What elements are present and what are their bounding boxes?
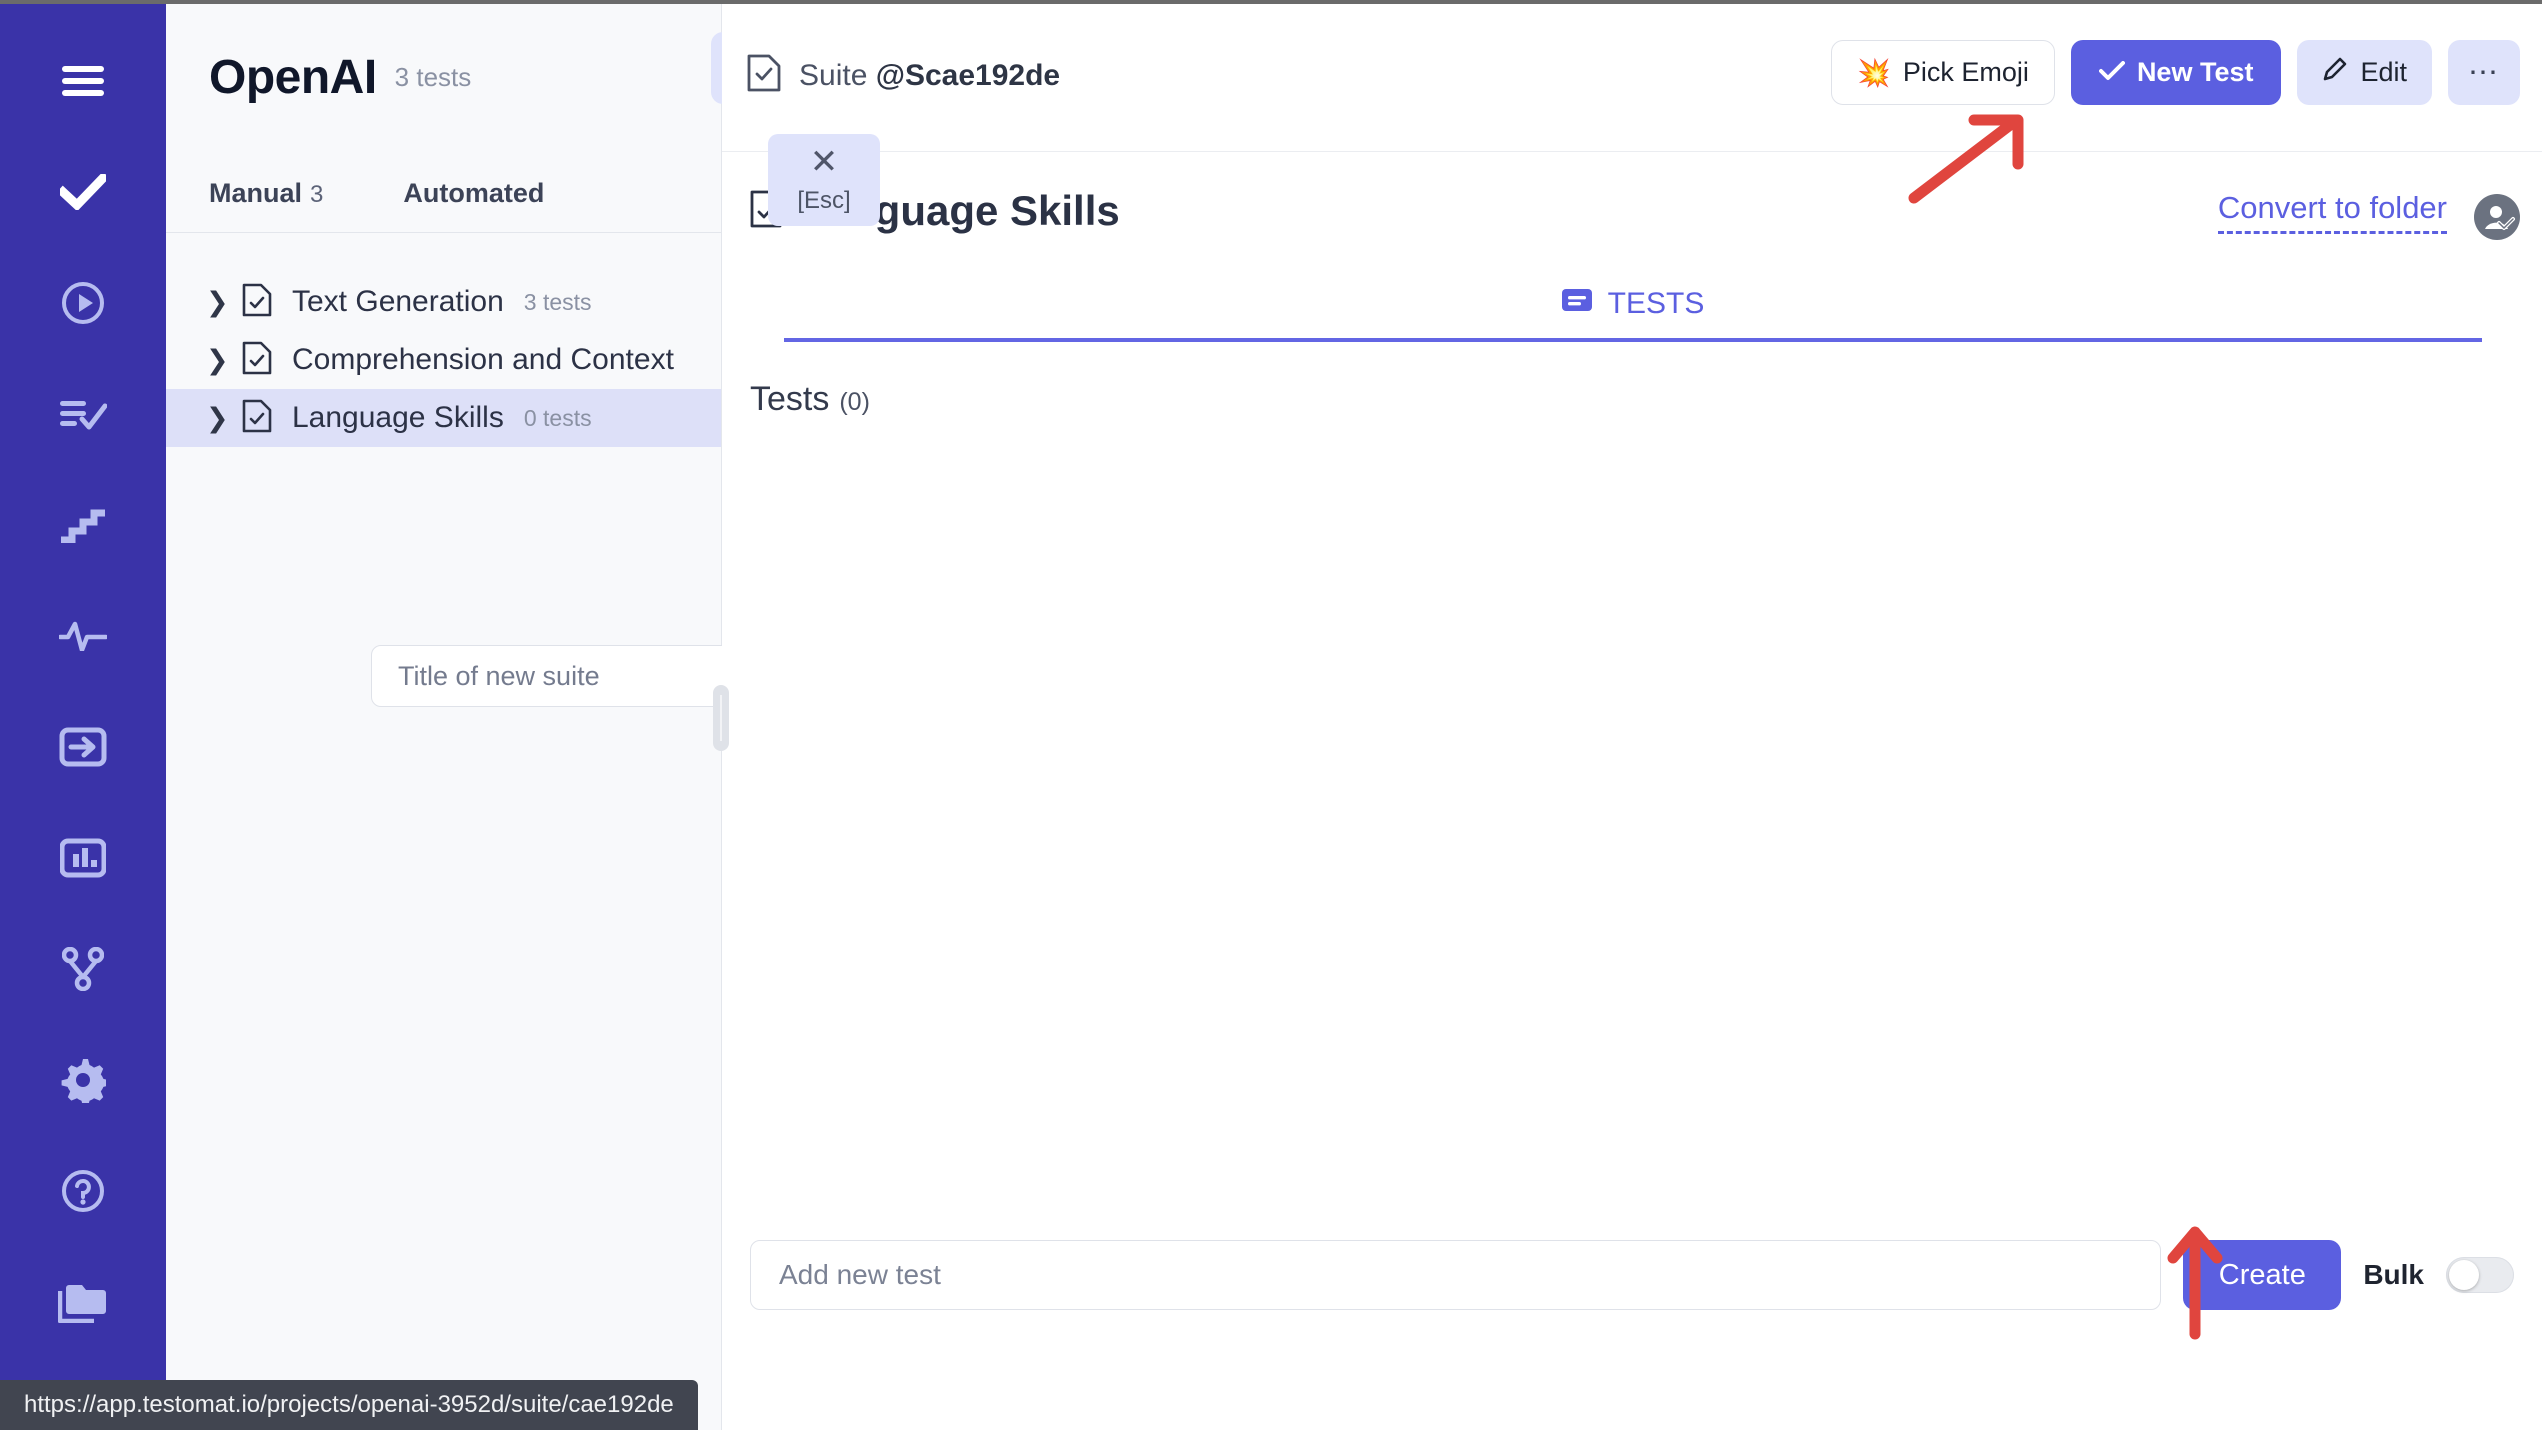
main-content: Suite @Scae192de 💥 Pick Emoji New Test E… xyxy=(722,0,2542,1430)
status-bar-url: https://app.testomat.io/projects/openai-… xyxy=(0,1380,698,1430)
question-circle-icon[interactable] xyxy=(54,1162,112,1220)
tests-count: (0) xyxy=(839,388,870,416)
bulk-toggle[interactable] xyxy=(2446,1257,2514,1293)
project-title: OpenAI xyxy=(209,51,377,104)
panel-header: OpenAI 3 tests ✕ [Esc] xyxy=(166,0,1036,226)
chevron-right-icon[interactable]: ❯ xyxy=(206,403,229,434)
suite-check-icon xyxy=(747,54,781,97)
toolbar-actions: 💥 Pick Emoji New Test Edit ⋯ xyxy=(1831,40,2520,105)
breadcrumb-text: Suite @Scae192de xyxy=(799,59,1060,93)
tab-tests-label: TESTS xyxy=(1607,287,1705,320)
tests-list-icon xyxy=(1561,287,1592,321)
tree-item-label: Text Generation xyxy=(292,285,504,318)
suites-panel: OpenAI 3 tests ✕ [Esc] Manual 3 Automate… xyxy=(166,0,1036,1430)
tab-manual[interactable]: Manual 3 xyxy=(209,178,323,209)
list-check-icon[interactable] xyxy=(54,385,112,443)
chevron-right-icon[interactable]: ❯ xyxy=(206,287,229,318)
tree-item-label: Language Skills xyxy=(292,401,504,434)
suite-file-icon xyxy=(242,283,272,322)
play-circle-icon[interactable] xyxy=(54,274,112,332)
ellipsis-icon: ⋯ xyxy=(2468,55,2500,89)
content-tabs: TESTS xyxy=(784,270,2482,342)
panel-tabs: Manual 3 Automated xyxy=(166,155,721,233)
bar-chart-icon[interactable] xyxy=(54,829,112,887)
emoji-burst-icon: 💥 xyxy=(1857,57,1891,88)
create-button[interactable]: Create xyxy=(2183,1240,2342,1310)
stairs-icon[interactable] xyxy=(54,496,112,554)
tree-item-label: Comprehension and Context xyxy=(292,343,674,376)
edit-button[interactable]: Edit xyxy=(2297,40,2432,105)
edit-label: Edit xyxy=(2360,57,2407,87)
tests-label: Tests xyxy=(750,380,830,418)
tests-section-header: Tests (0) xyxy=(722,342,2542,419)
app-root: OpenAI 3 tests ✕ [Esc] Manual 3 Automate… xyxy=(0,0,2542,1430)
main-toolbar: Suite @Scae192de 💥 Pick Emoji New Test E… xyxy=(722,0,2542,152)
new-test-button[interactable]: New Test xyxy=(2070,40,2282,105)
left-icon-rail xyxy=(0,0,166,1430)
pencil-icon xyxy=(2322,56,2348,89)
add-test-input[interactable]: Add new test xyxy=(750,1240,2162,1310)
project-test-count: 3 tests xyxy=(394,62,472,92)
convert-to-folder-link[interactable]: Convert to folder xyxy=(2217,190,2447,234)
chevron-right-icon[interactable]: ❯ xyxy=(206,345,229,376)
folders-icon[interactable] xyxy=(54,1273,112,1331)
add-test-placeholder: Add new test xyxy=(779,1259,941,1290)
page-title-row: Language Skills Convert to folder xyxy=(722,152,2542,270)
bulk-label: Bulk xyxy=(2363,1259,2424,1290)
tab-manual-count: 3 xyxy=(310,181,324,208)
close-search-button[interactable]: ✕ [Esc] xyxy=(768,134,880,226)
breadcrumb[interactable]: Suite @Scae192de xyxy=(722,54,1060,97)
hamburger-menu-icon[interactable] xyxy=(54,52,112,110)
gear-icon[interactable] xyxy=(54,1051,112,1109)
checkmark-icon[interactable] xyxy=(54,163,112,221)
breadcrumb-prefix: Suite xyxy=(799,58,876,92)
pick-emoji-label: Pick Emoji xyxy=(1902,57,2029,87)
suite-file-icon xyxy=(242,399,272,438)
tab-automated[interactable]: Automated xyxy=(403,178,544,209)
pick-emoji-button[interactable]: 💥 Pick Emoji xyxy=(1831,40,2055,105)
tree-item-language-skills[interactable]: ❯ Language Skills 0 tests xyxy=(166,389,721,447)
check-icon xyxy=(2098,57,2125,88)
tree-item-count: 0 tests xyxy=(523,404,592,431)
window-top-edge xyxy=(0,0,2542,4)
suite-file-icon xyxy=(242,341,272,380)
login-arrow-icon[interactable] xyxy=(54,718,112,776)
panel-resize-handle[interactable] xyxy=(713,685,729,751)
bulk-toggle-knob xyxy=(2449,1260,2479,1290)
suite-tree: ❯ Text Generation 3 tests ❯ Comprehensio… xyxy=(166,233,721,447)
esc-hint-label: [Esc] xyxy=(797,187,851,214)
tab-automated-label: Automated xyxy=(403,178,545,208)
new-test-label: New Test xyxy=(2136,57,2254,87)
tree-item-comprehension-and-context[interactable]: ❯ Comprehension and Context xyxy=(166,331,721,389)
more-options-button[interactable]: ⋯ xyxy=(2448,40,2520,105)
add-test-bar: Add new test Create Bulk xyxy=(750,1240,2514,1310)
tree-item-count: 3 tests xyxy=(523,288,592,315)
breadcrumb-id: @Scae192de xyxy=(875,58,1061,92)
tab-manual-label: Manual xyxy=(209,178,303,208)
tab-tests[interactable]: TESTS xyxy=(1561,287,1705,321)
tree-item-text-generation[interactable]: ❯ Text Generation 3 tests xyxy=(166,273,721,331)
new-suite-placeholder: Title of new suite xyxy=(398,660,600,691)
close-x-icon: ✕ xyxy=(809,143,839,181)
branch-icon[interactable] xyxy=(54,940,112,998)
user-check-avatar-icon[interactable] xyxy=(2474,194,2520,240)
pulse-icon[interactable] xyxy=(54,607,112,665)
